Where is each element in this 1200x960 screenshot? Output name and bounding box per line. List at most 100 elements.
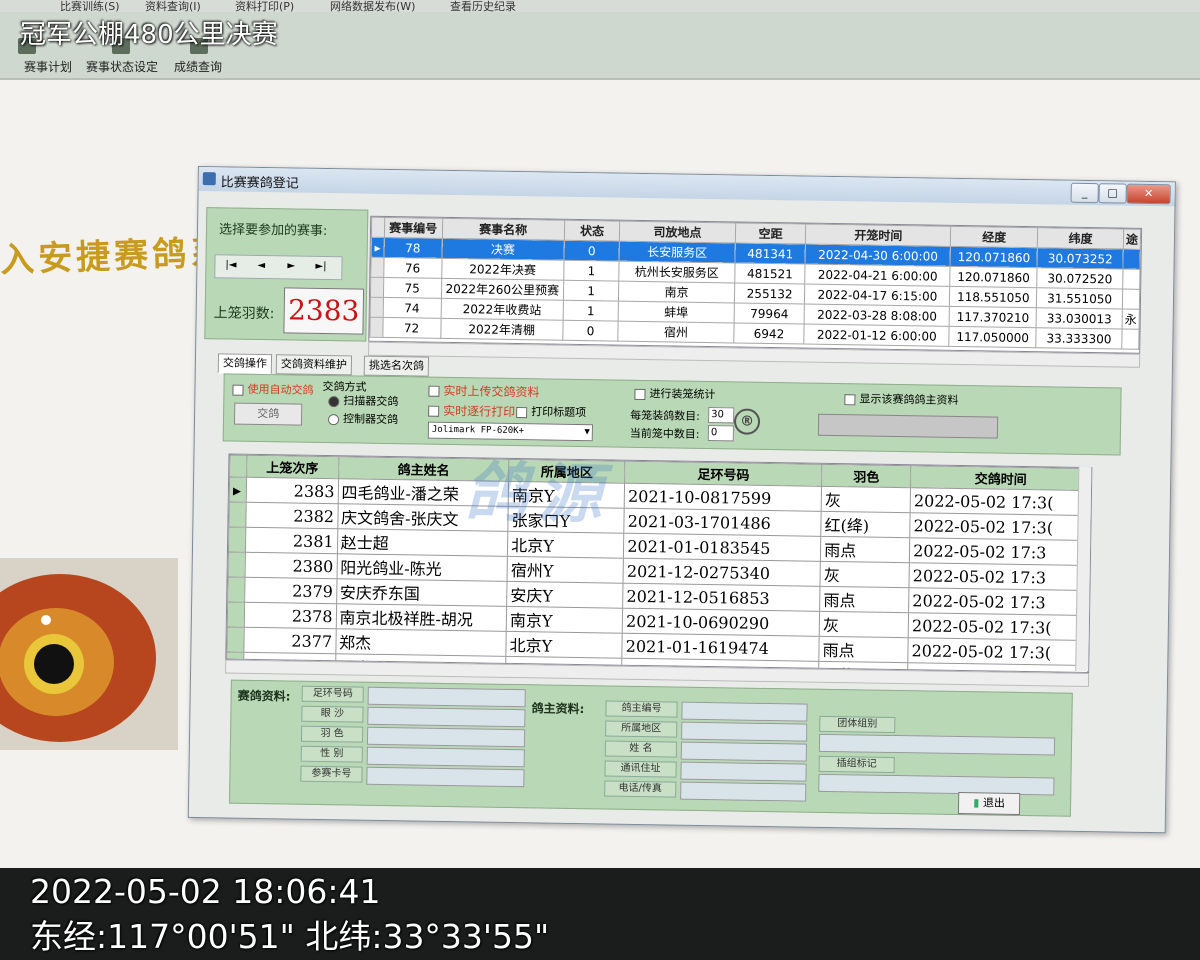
owner-field-label: 所属地区: [605, 720, 678, 738]
entry-cell: 2021-10-0690290: [622, 608, 820, 637]
deliver-button[interactable]: 交鸽: [233, 402, 303, 426]
toolbar-race-status-button[interactable]: 赛事状态设定: [86, 58, 158, 75]
pigeon-field-input[interactable]: [366, 746, 525, 768]
race-col-header[interactable]: 司放地点: [619, 221, 736, 243]
group-label: 团体组别: [819, 715, 896, 734]
race-cell: 481521: [734, 262, 806, 285]
race-cell: 2022-01-12 6:00:00: [804, 324, 950, 347]
owner-field-input[interactable]: [680, 741, 808, 762]
nav-last-button[interactable]: ►|: [315, 261, 326, 272]
race-col-header[interactable]: 开笼时间: [805, 224, 951, 247]
per-cage-input[interactable]: 30: [708, 407, 735, 424]
race-col-header[interactable]: 空距: [735, 222, 807, 245]
entry-cell: 雨点: [818, 636, 909, 663]
entry-cell: 南京Y: [506, 606, 623, 634]
race-cell: 78: [383, 237, 443, 259]
exit-button[interactable]: ▮ 退出: [957, 792, 1021, 815]
cage-stats-checkbox[interactable]: 进行装笼统计: [634, 385, 716, 402]
race-col-header[interactable]: 赛事编号: [384, 217, 443, 239]
entry-cell: 宿州Y: [507, 556, 624, 584]
nav-prev-button[interactable]: ◄: [257, 260, 265, 271]
entry-cell: 南京Y: [508, 481, 625, 509]
print-title-checkbox[interactable]: 打印标题项: [516, 403, 586, 420]
realtime-upload-checkbox[interactable]: 实时上传交鸽资料: [428, 382, 540, 401]
race-col-header[interactable]: 途: [1123, 229, 1141, 250]
row-indicator: [369, 317, 383, 338]
entry-cell: 2377: [243, 627, 336, 654]
entry-cell: 安庆Y: [506, 581, 624, 609]
toolbar-results-query-button[interactable]: 成绩查询: [174, 58, 222, 75]
owner-field-input[interactable]: [681, 701, 808, 722]
nav-next-button[interactable]: ►: [287, 260, 295, 271]
entry-col-header[interactable]: 交鸽时间: [910, 465, 1091, 491]
pigeon-field-input[interactable]: [367, 686, 526, 708]
controller-radio[interactable]: 控制器交鸽: [327, 410, 398, 427]
pigeon-field-input[interactable]: [366, 726, 526, 748]
printer-select[interactable]: Jolimark FP-620K+ ▼: [427, 421, 593, 442]
entry-cell: 2021-03-1701486: [624, 508, 822, 537]
record-navigator: |◄ ◄ ► ►|: [214, 254, 343, 281]
tab-pick-ranks[interactable]: 挑选名次鸽: [363, 355, 430, 377]
race-cell: 2022年收费站: [440, 298, 564, 321]
entry-cell: 2021-10-0817599: [624, 483, 822, 512]
row-indicator: [229, 455, 247, 478]
entry-cell: 2022-05-02 17:3: [908, 587, 1089, 616]
nav-first-button[interactable]: |◄: [225, 259, 236, 270]
race-cell: 30.073252: [1037, 247, 1124, 270]
maximize-button[interactable]: □: [1098, 183, 1127, 204]
auto-deliver-checkbox[interactable]: 使用自动交鸽: [232, 381, 314, 398]
entry-cell: 2021-12-0516853: [622, 583, 821, 612]
row-indicator: ▸: [229, 477, 247, 503]
entry-cell: 安庆乔东国: [336, 578, 508, 607]
entry-cell: 北京Y: [507, 531, 625, 559]
toolbar-race-plan-button[interactable]: 赛事计划: [24, 58, 72, 75]
tab-deliver[interactable]: 交鸽操作: [217, 353, 273, 375]
race-cell: 0: [563, 240, 620, 262]
race-cell: 75: [383, 277, 442, 299]
per-cage-label: 每笼装鸽数目:: [630, 408, 700, 423]
minimize-button[interactable]: _: [1070, 182, 1099, 204]
entry-cell: 郑杰: [335, 628, 507, 657]
race-cell: 481341: [734, 242, 806, 265]
tab-data-maintenance[interactable]: 交鸽资料维护: [275, 354, 353, 376]
entry-col-header[interactable]: 羽色: [821, 464, 911, 488]
race-cell: 宿州: [618, 321, 734, 343]
race-col-header[interactable]: 经度: [950, 226, 1038, 248]
entry-col-header[interactable]: 足环号码: [624, 461, 823, 487]
race-cell: 79964: [733, 302, 805, 325]
race-col-header[interactable]: 状态: [564, 220, 620, 242]
owner-field-input[interactable]: [680, 761, 807, 782]
printer-select-value: Jolimark FP-620K+: [431, 424, 525, 437]
show-owner-checkbox[interactable]: 显示该赛鸽鸽主资料: [844, 390, 959, 408]
pigeon-field-input[interactable]: [367, 706, 526, 728]
entry-cell: 红(绛): [820, 511, 911, 538]
chevron-down-icon: ▼: [584, 427, 590, 438]
entry-cell: 赵士超: [336, 528, 508, 557]
row-indicator: [228, 527, 246, 553]
entry-col-header[interactable]: 所属地区: [508, 459, 626, 484]
owner-field-input[interactable]: [681, 721, 808, 742]
close-button[interactable]: ✕: [1126, 183, 1171, 205]
group-input[interactable]: [818, 733, 1056, 756]
race-cell: 2022年清棚: [440, 318, 563, 341]
entry-cell: 雨点: [820, 536, 910, 563]
race-cell: 杭州长安服务区: [618, 261, 735, 283]
entry-col-header[interactable]: 上笼次序: [246, 455, 339, 479]
entry-cell: 灰: [821, 486, 911, 513]
in-cage-input[interactable]: 0: [707, 425, 734, 442]
entry-col-header[interactable]: 鸽主姓名: [338, 456, 510, 482]
owner-field-label: 通讯住址: [604, 760, 677, 778]
scanner-radio[interactable]: 扫描器交鸽: [328, 392, 398, 409]
race-cell: 2022年决赛: [441, 258, 564, 281]
race-cell: 蚌埠: [618, 301, 735, 323]
realtime-print-checkbox[interactable]: 实时逐行打印: [428, 402, 515, 420]
owner-field-input[interactable]: [680, 781, 807, 802]
race-grid: 赛事编号 赛事名称 状态 司放地点 空距 开笼时间 经度 纬度途 ▸ 78 决赛 0 长安服务区 4813…: [368, 215, 1143, 354]
pigeon-field-input[interactable]: [366, 766, 525, 788]
race-col-header[interactable]: 赛事名称: [442, 218, 565, 241]
app-icon: [202, 172, 216, 186]
race-select-panel: 选择要参加的赛事: |◄ ◄ ► ►| 上笼羽数: 2383: [204, 207, 369, 342]
entry-cell: 2021-01-1619474: [622, 633, 820, 662]
race-cell: 117.370210: [949, 306, 1037, 328]
race-col-header[interactable]: 纬度: [1037, 227, 1124, 250]
